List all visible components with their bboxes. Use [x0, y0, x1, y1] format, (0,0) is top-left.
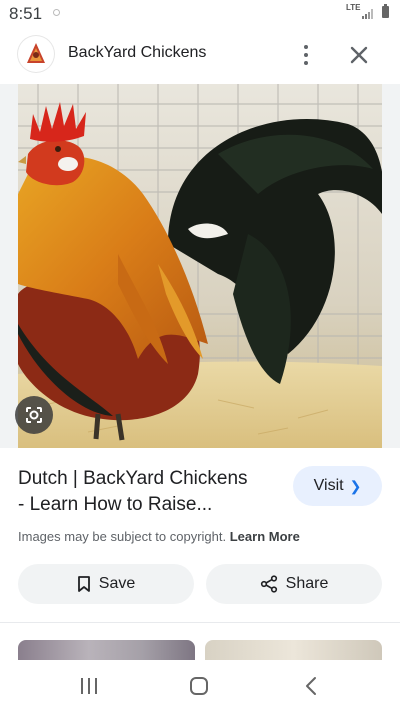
- share-button[interactable]: Share: [206, 564, 382, 604]
- learn-more-link[interactable]: Learn More: [230, 529, 300, 544]
- site-logo-icon[interactable]: [18, 36, 54, 72]
- close-icon[interactable]: [344, 40, 374, 70]
- related-image-thumbnail[interactable]: [205, 640, 382, 660]
- status-time: 8:51: [9, 4, 43, 23]
- related-image-thumbnail[interactable]: [18, 640, 195, 660]
- chevron-right-icon: ❯: [349, 477, 362, 494]
- result-title-line2[interactable]: - Learn How to Raise...: [18, 492, 284, 518]
- result-title-line1[interactable]: Dutch | BackYard Chickens: [18, 466, 284, 492]
- battery-icon: [382, 4, 389, 18]
- share-label: Share: [285, 575, 329, 592]
- rooster-image[interactable]: [18, 84, 382, 448]
- back-icon[interactable]: [304, 676, 318, 696]
- home-icon[interactable]: [190, 677, 208, 695]
- save-label: Save: [98, 575, 136, 592]
- visit-button[interactable]: Visit ❯: [293, 466, 382, 506]
- site-name[interactable]: BackYard Chickens: [68, 44, 206, 62]
- save-button[interactable]: Save: [18, 564, 194, 604]
- recents-icon[interactable]: [80, 678, 98, 694]
- more-options-icon[interactable]: [293, 40, 319, 70]
- bookmark-icon: [77, 576, 90, 592]
- copyright-text: Images may be subject to copyright.: [18, 529, 227, 544]
- notification-dot-icon: [53, 9, 60, 16]
- share-icon: [260, 575, 277, 593]
- signal-icon: [362, 9, 373, 19]
- visit-label: Visit: [313, 477, 344, 494]
- status-bar: 8:51 LTE: [0, 0, 400, 28]
- copyright-notice: Images may be subject to copyright. Lear…: [18, 529, 300, 544]
- google-lens-icon[interactable]: [15, 396, 53, 434]
- network-type: LTE: [346, 3, 361, 12]
- divider: [0, 622, 400, 623]
- result-title[interactable]: Dutch | BackYard Chickens - Learn How to…: [18, 466, 284, 518]
